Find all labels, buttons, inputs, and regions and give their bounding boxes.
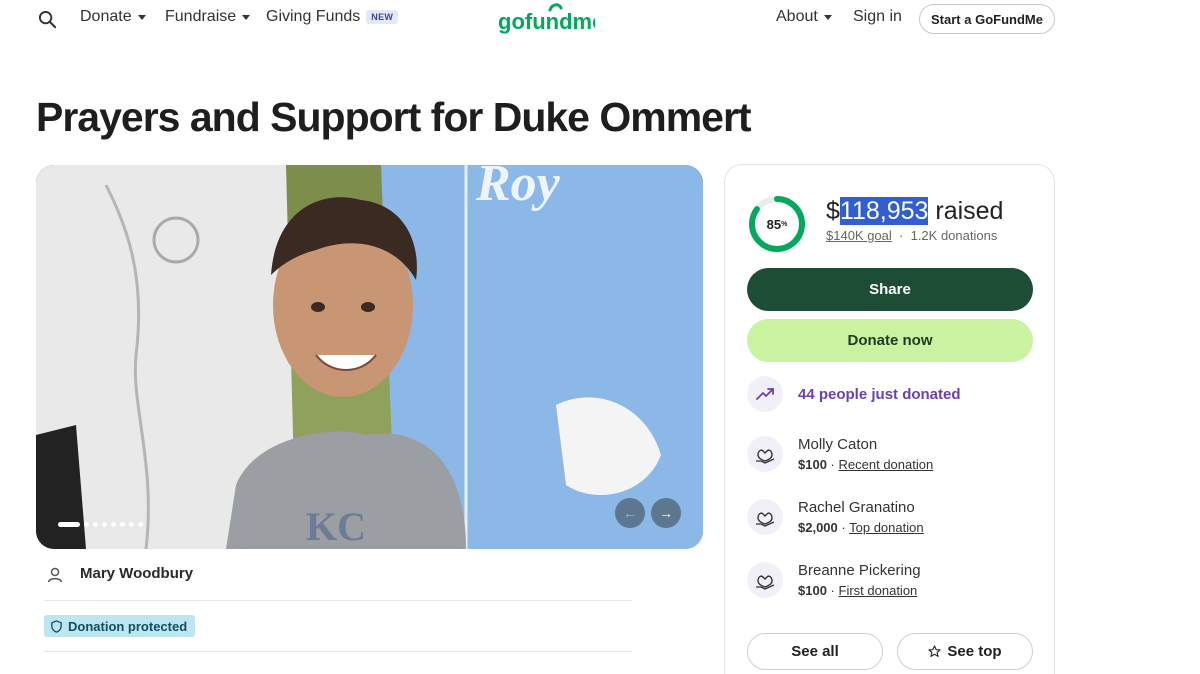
- donation-sidebar: 85% $118,953 raised $140K goal · 1.2K do…: [724, 164, 1055, 674]
- nav-about[interactable]: About: [776, 8, 832, 26]
- shield-icon: [51, 619, 62, 633]
- donor-avatar: [747, 436, 783, 472]
- donor-name: Rachel Granatino: [798, 499, 915, 516]
- divider: [44, 600, 632, 601]
- new-badge: NEW: [366, 10, 399, 24]
- amount-value: 118,953: [839, 197, 929, 225]
- divider: [44, 651, 632, 652]
- nav-fundraise-label: Fundraise: [165, 8, 237, 25]
- chevron-down-icon: [242, 14, 251, 20]
- carousel-indicator: [58, 522, 143, 527]
- carousel-dot[interactable]: [129, 522, 134, 527]
- see-top-button[interactable]: See top: [897, 633, 1033, 670]
- donor-separator: ·: [841, 520, 846, 535]
- nav-donate-label: Donate: [80, 8, 132, 25]
- sign-in-link[interactable]: Sign in: [853, 8, 902, 26]
- logo-text: gofundme: [498, 9, 595, 34]
- carousel-dot[interactable]: [120, 522, 125, 527]
- see-all-button[interactable]: See all: [747, 633, 883, 670]
- carousel-dot[interactable]: [58, 522, 80, 527]
- donor-separator: ·: [830, 457, 835, 472]
- donor-detail: $100 · Recent donation: [798, 457, 933, 472]
- donation-count: 1.2K donations: [910, 228, 998, 243]
- carousel-dot[interactable]: [93, 522, 98, 527]
- amount-raised: $118,953 raised: [826, 197, 1003, 226]
- sign-in-label: Sign in: [853, 8, 902, 25]
- carousel-dot[interactable]: [111, 522, 116, 527]
- campaign-photo[interactable]: Roy KC ← →: [36, 165, 703, 549]
- meta-separator: ·: [899, 228, 904, 243]
- donate-now-button[interactable]: Donate now: [747, 319, 1033, 362]
- nav-donate[interactable]: Donate: [80, 8, 146, 26]
- svg-text:KC: KC: [306, 504, 366, 549]
- nav-giving-funds-label: Giving Funds: [266, 8, 361, 25]
- search-icon[interactable]: [38, 10, 57, 29]
- chevron-down-icon: [137, 14, 146, 20]
- nav-fundraise[interactable]: Fundraise: [165, 8, 251, 26]
- donor-separator: ·: [830, 583, 835, 598]
- donor-tag-link[interactable]: Recent donation: [839, 457, 934, 472]
- arrow-right-icon: →: [659, 505, 673, 521]
- carousel-dot[interactable]: [102, 522, 107, 527]
- hand-heart-icon: [756, 449, 775, 464]
- progress-percent-value: 85: [766, 216, 782, 232]
- carousel-next-button[interactable]: →: [651, 498, 681, 528]
- photo-illustration: Roy KC: [36, 165, 703, 549]
- goal-link[interactable]: $140K goal: [826, 228, 892, 243]
- share-button[interactable]: Share: [747, 268, 1033, 311]
- donor-amount: $2,000: [798, 520, 838, 535]
- nav-giving-funds[interactable]: Giving Funds NEW: [266, 8, 399, 26]
- donor-name: Molly Caton: [798, 436, 878, 453]
- donor-name: Breanne Pickering: [798, 562, 921, 579]
- donor-detail: $2,000 · Top donation: [798, 520, 924, 535]
- trending-up-icon: [756, 388, 774, 400]
- organizer-name[interactable]: Mary Woodbury: [80, 565, 193, 582]
- progress-percent-unit: %: [781, 220, 788, 228]
- arrow-left-icon: ←: [623, 505, 637, 521]
- donor-detail: $100 · First donation: [798, 583, 917, 598]
- svg-text:Roy: Roy: [475, 165, 561, 212]
- chevron-down-icon: [823, 14, 832, 20]
- carousel-dot[interactable]: [138, 522, 143, 527]
- page-title: Prayers and Support for Duke Ommert: [36, 94, 752, 140]
- currency-symbol: $: [826, 197, 840, 225]
- goal-meta: $140K goal · 1.2K donations: [826, 228, 997, 243]
- carousel-prev-button[interactable]: ←: [615, 498, 645, 528]
- trending-badge: [747, 376, 783, 412]
- raised-word: raised: [928, 197, 1004, 225]
- recent-donors-count: 44 people just donated: [798, 386, 961, 403]
- carousel-dot[interactable]: [84, 522, 89, 527]
- user-icon: [47, 567, 63, 583]
- gofundme-logo[interactable]: gofundme: [497, 2, 595, 36]
- donor-avatar: [747, 499, 783, 535]
- donor-amount: $100: [798, 457, 827, 472]
- donation-protected-badge[interactable]: Donation protected: [44, 615, 196, 637]
- see-top-label: See top: [947, 643, 1002, 660]
- star-icon: [928, 645, 942, 657]
- see-all-label: See all: [791, 643, 839, 660]
- top-nav: Donate Fundraise Giving Funds NEW gofund…: [0, 0, 1200, 40]
- donor-avatar: [747, 562, 783, 598]
- donation-protected-label: Donation protected: [68, 618, 188, 634]
- start-gofundme-button[interactable]: Start a GoFundMe: [919, 4, 1055, 34]
- donor-amount: $100: [798, 583, 827, 598]
- donor-tag-link[interactable]: First donation: [839, 583, 918, 598]
- nav-about-label: About: [776, 8, 818, 25]
- progress-percent: 85%: [747, 194, 807, 254]
- hand-heart-icon: [756, 575, 775, 590]
- hand-heart-icon: [756, 512, 775, 527]
- donor-tag-link[interactable]: Top donation: [849, 520, 923, 535]
